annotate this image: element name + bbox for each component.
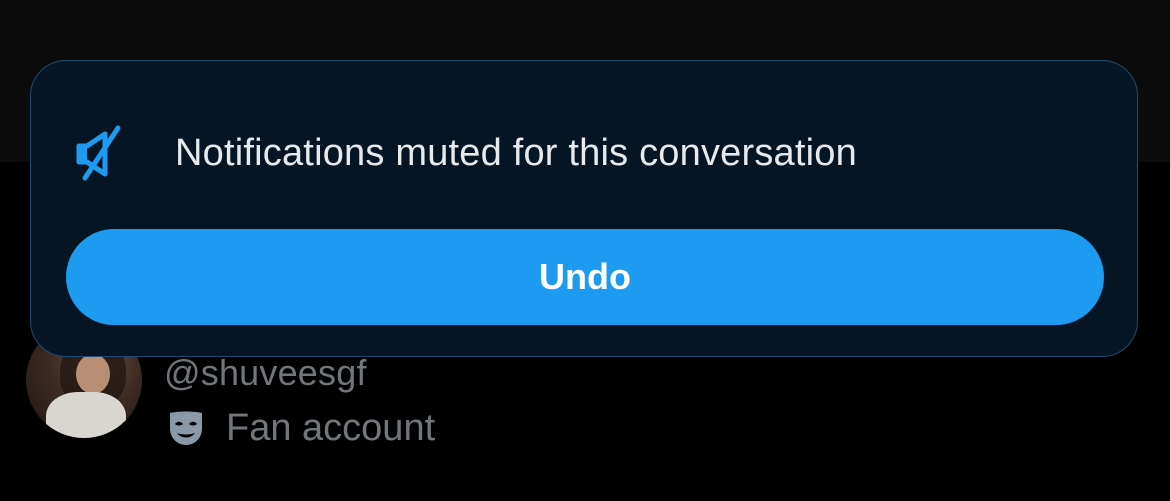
screen: @shuveesgf Fan account Notifications mut… <box>0 0 1170 501</box>
profile-category-label: Fan account <box>226 406 436 449</box>
notifications-muted-toast: Notifications muted for this conversatio… <box>30 60 1138 357</box>
undo-button[interactable]: Undo <box>66 229 1104 325</box>
profile-category: Fan account <box>166 404 435 452</box>
profile-handle: @shuveesgf <box>164 352 367 393</box>
notifications-muted-icon <box>76 125 121 181</box>
toast-message: Notifications muted for this conversatio… <box>175 131 857 174</box>
avatar-shirt <box>46 392 126 438</box>
theater-mask-icon <box>170 411 202 445</box>
toast-message-row: Notifications muted for this conversatio… <box>75 123 857 183</box>
avatar-face <box>76 354 110 394</box>
